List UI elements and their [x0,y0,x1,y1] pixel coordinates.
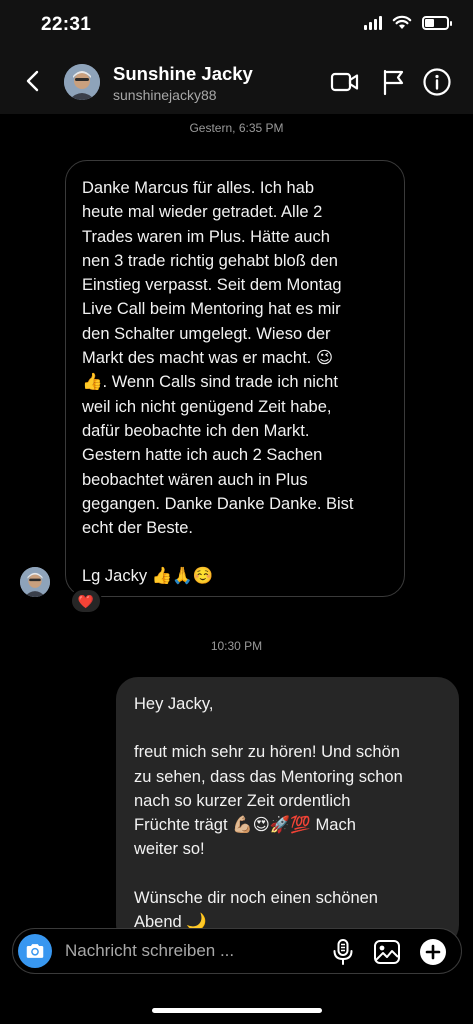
incoming-message-text: Danke Marcus für alles. Ich hab heute ma… [82,179,354,538]
message-signature: Lg Jacky 👍🙏☺️ [82,567,214,586]
cell-signal-icon [364,15,382,30]
microphone-icon[interactable] [329,938,357,966]
info-icon[interactable] [422,67,452,97]
flag-icon[interactable] [378,67,408,97]
contact-handle: sunshinejacky88 [113,87,217,103]
incoming-message-bubble[interactable]: Danke Marcus für alles. Ich hab heute ma… [65,160,405,597]
battery-icon [422,15,452,30]
gallery-icon[interactable] [373,938,401,966]
contact-name[interactable]: Sunshine Jacky [113,63,253,85]
heart-icon: ❤️ [77,593,95,609]
heart-reaction[interactable]: ❤️ [70,588,102,614]
status-time: 22:31 [41,14,92,35]
sender-avatar[interactable] [20,567,50,597]
camera-icon [26,944,44,958]
timestamp: Gestern, 6:35 PM [189,121,284,135]
back-chevron-icon[interactable] [18,66,48,96]
message-greeting: Hey Jacky, [134,695,214,713]
video-call-icon[interactable] [330,67,360,97]
wifi-icon [392,15,412,29]
outgoing-message-text: freut mich sehr zu hören! Und schön zu s… [134,743,403,859]
timestamp: 10:30 PM [210,639,263,653]
avatar[interactable] [64,64,100,100]
message-composer [12,928,462,974]
status-bar: 22:31 [0,0,473,50]
add-icon[interactable] [419,938,447,966]
camera-button[interactable] [18,934,52,968]
chat-header: Sunshine Jacky sunshinejacky88 [0,50,473,114]
home-indicator[interactable] [152,1008,322,1013]
outgoing-message-bubble[interactable]: Hey Jacky, freut mich sehr zu hören! Und… [116,677,459,947]
message-input[interactable] [65,940,325,962]
